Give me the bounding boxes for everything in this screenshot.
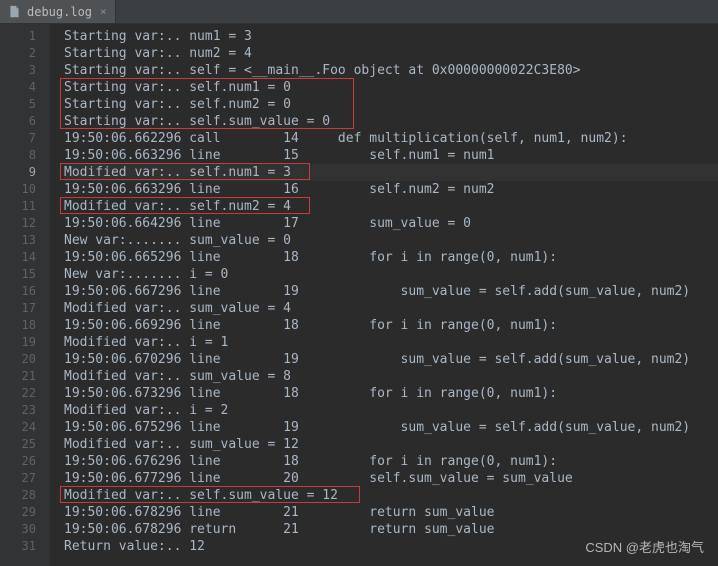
code-line: Starting var:.. self.num1 = 0 [64, 79, 718, 96]
code-line: Starting var:.. self.num2 = 0 [64, 96, 718, 113]
code-line: 19:50:06.678296 return 21 return sum_val… [64, 521, 718, 538]
code-line: Modified var:.. self.num1 = 3 [64, 164, 718, 181]
line-number: 26 [0, 453, 50, 470]
code-line: Starting var:.. self = <__main__.Foo obj… [64, 62, 718, 79]
code-line: 19:50:06.664296 line 17 sum_value = 0 [64, 215, 718, 232]
code-line: 19:50:06.673296 line 18 for i in range(0… [64, 385, 718, 402]
line-number: 25 [0, 436, 50, 453]
code-line: 19:50:06.663296 line 16 self.num2 = num2 [64, 181, 718, 198]
line-number: 11 [0, 198, 50, 215]
line-number: 6 [0, 113, 50, 130]
line-number: 28 [0, 487, 50, 504]
close-icon[interactable]: × [100, 5, 107, 18]
line-number: 7 [0, 130, 50, 147]
code-line: 19:50:06.678296 line 21 return sum_value [64, 504, 718, 521]
file-tab[interactable]: debug.log × [0, 0, 116, 23]
line-number: 27 [0, 470, 50, 487]
code-line: 19:50:06.663296 line 15 self.num1 = num1 [64, 147, 718, 164]
code-line: 19:50:06.670296 line 19 sum_value = self… [64, 351, 718, 368]
line-number: 22 [0, 385, 50, 402]
line-number: 8 [0, 147, 50, 164]
line-number: 4 [0, 79, 50, 96]
code-line: Modified var:.. self.sum_value = 12 [64, 487, 718, 504]
line-number: 5 [0, 96, 50, 113]
line-number: 31 [0, 538, 50, 555]
tab-filename: debug.log [27, 5, 92, 19]
line-number: 12 [0, 215, 50, 232]
line-number: 29 [0, 504, 50, 521]
line-number: 16 [0, 283, 50, 300]
code-line: Starting var:.. num1 = 3 [64, 28, 718, 45]
code-line: New var:....... sum_value = 0 [64, 232, 718, 249]
line-number: 10 [0, 181, 50, 198]
line-number: 1 [0, 28, 50, 45]
code-line: 19:50:06.669296 line 18 for i in range(0… [64, 317, 718, 334]
code-line: 19:50:06.665296 line 18 for i in range(0… [64, 249, 718, 266]
line-number: 17 [0, 300, 50, 317]
line-number: 19 [0, 334, 50, 351]
line-number: 9 [0, 164, 50, 181]
line-number: 2 [0, 45, 50, 62]
code-line: Modified var:.. sum_value = 4 [64, 300, 718, 317]
code-line: 19:50:06.662296 call 14 def multiplicati… [64, 130, 718, 147]
line-number: 3 [0, 62, 50, 79]
line-number: 23 [0, 402, 50, 419]
line-number: 20 [0, 351, 50, 368]
code-line: 19:50:06.667296 line 19 sum_value = self… [64, 283, 718, 300]
line-number: 13 [0, 232, 50, 249]
line-number: 14 [0, 249, 50, 266]
editor-area: 1234567891011121314151617181920212223242… [0, 24, 718, 566]
code-line: Starting var:.. num2 = 4 [64, 45, 718, 62]
code-line: 19:50:06.677296 line 20 self.sum_value =… [64, 470, 718, 487]
code-line: 19:50:06.675296 line 19 sum_value = self… [64, 419, 718, 436]
code-content[interactable]: Starting var:.. num1 = 3Starting var:.. … [50, 24, 718, 566]
watermark: CSDN @老虎也淘气 [585, 537, 704, 556]
code-line: Modified var:.. i = 1 [64, 334, 718, 351]
line-number: 18 [0, 317, 50, 334]
code-line: Modified var:.. sum_value = 12 [64, 436, 718, 453]
file-icon [8, 5, 21, 18]
code-line: Starting var:.. self.sum_value = 0 [64, 113, 718, 130]
code-line: Modified var:.. i = 2 [64, 402, 718, 419]
line-number-gutter: 1234567891011121314151617181920212223242… [0, 24, 50, 566]
line-number: 30 [0, 521, 50, 538]
line-number: 21 [0, 368, 50, 385]
code-line: Modified var:.. self.num2 = 4 [64, 198, 718, 215]
line-number: 15 [0, 266, 50, 283]
code-line: Modified var:.. sum_value = 8 [64, 368, 718, 385]
line-number: 24 [0, 419, 50, 436]
code-line: 19:50:06.676296 line 18 for i in range(0… [64, 453, 718, 470]
tab-bar: debug.log × [0, 0, 718, 24]
code-line: New var:....... i = 0 [64, 266, 718, 283]
